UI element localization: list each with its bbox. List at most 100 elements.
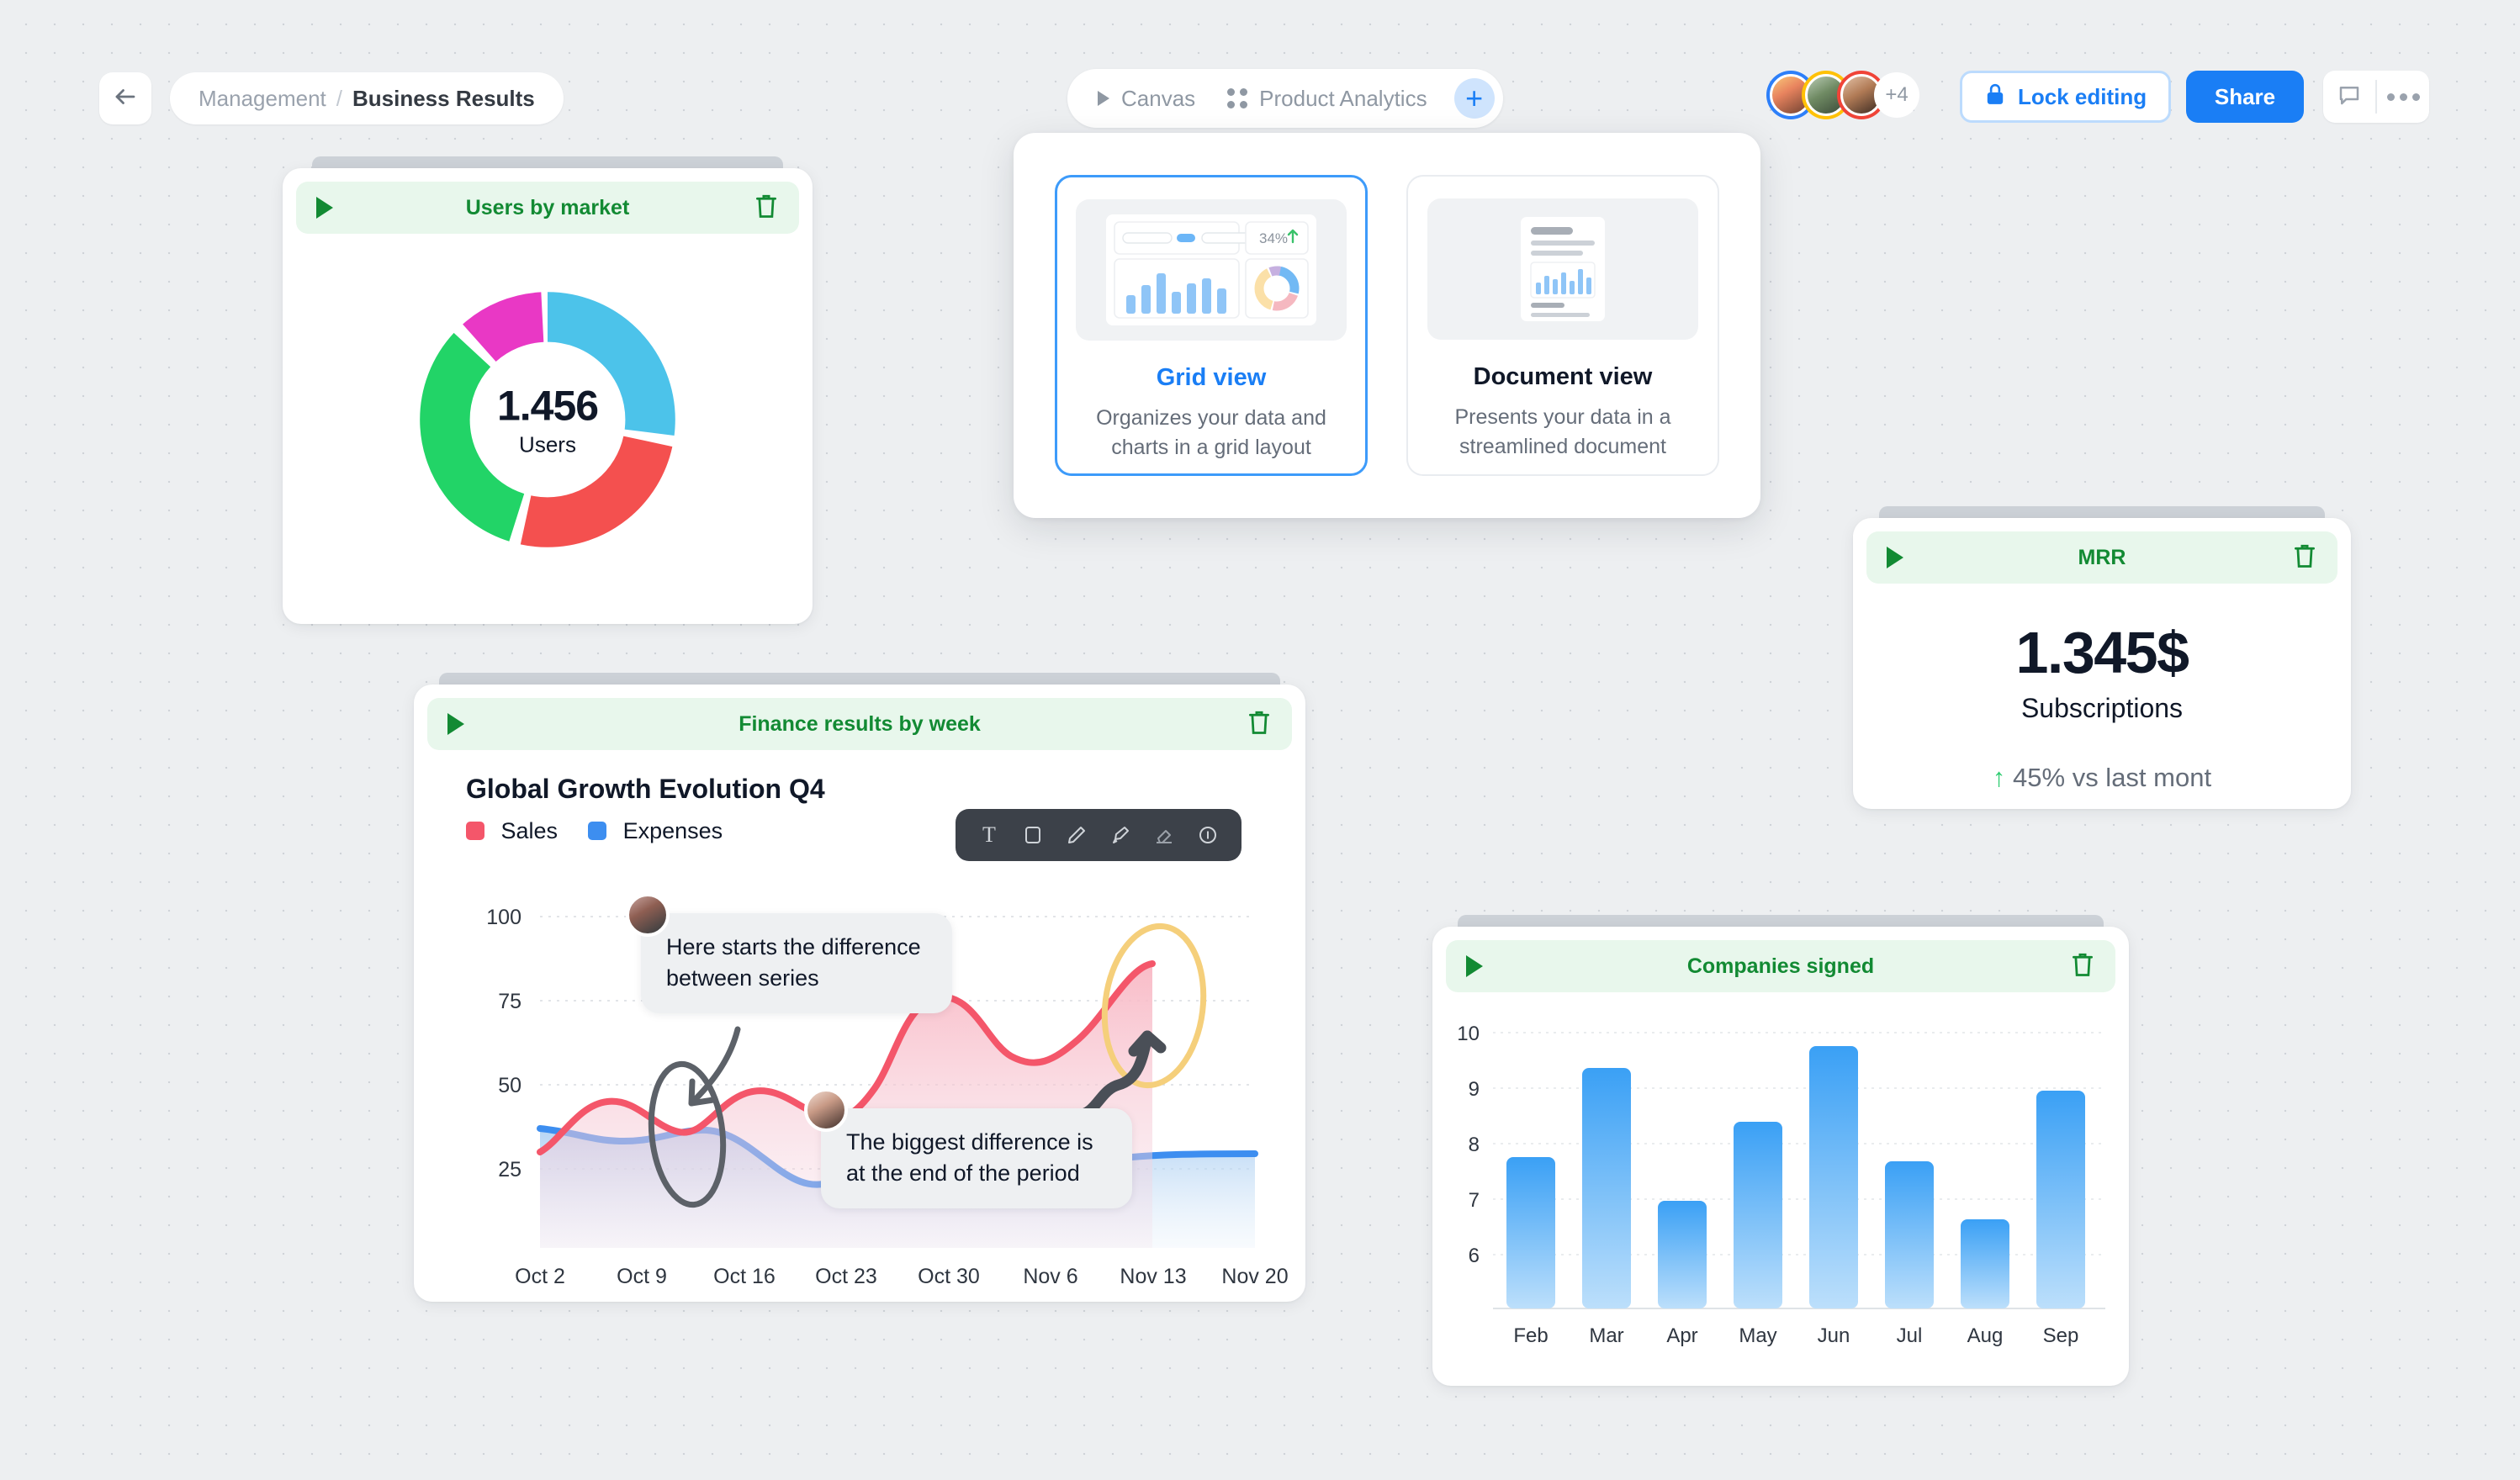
annotation-toolbar: T xyxy=(956,809,1241,861)
card-header: Users by market xyxy=(296,182,799,234)
svg-text:10: 10 xyxy=(1457,1023,1480,1045)
tab-product-analytics-label: Product Analytics xyxy=(1259,85,1427,111)
annotation-bubble-1[interactable]: Here starts the difference between serie… xyxy=(641,913,952,1013)
donut-value: 1.456 xyxy=(496,382,599,430)
trash-icon xyxy=(2295,544,2315,568)
square-icon[interactable] xyxy=(1014,817,1051,854)
card-header: Finance results by week xyxy=(427,698,1292,750)
svg-text:Nov 6: Nov 6 xyxy=(1023,1265,1077,1288)
x-axis-labels: Oct 2 Oct 9 Oct 16 Oct 23 Oct 30 Nov 6 N… xyxy=(515,1265,1288,1288)
legend-item-expenses: Expenses xyxy=(588,818,723,844)
trash-icon xyxy=(2073,953,2093,976)
avatar-overflow-count[interactable]: +4 xyxy=(1874,72,1919,118)
eraser-icon[interactable] xyxy=(1146,817,1183,854)
more-horizontal-icon xyxy=(2386,92,2420,101)
pencil-icon[interactable] xyxy=(1058,817,1095,854)
legend-label-sales: Sales xyxy=(500,818,559,843)
tab-canvas[interactable]: Canvas xyxy=(1093,86,1200,112)
svg-text:7: 7 xyxy=(1469,1189,1480,1212)
document-view-thumbnail xyxy=(1427,198,1698,340)
grid-view-desc: Organizes your data and charts in a grid… xyxy=(1096,406,1326,459)
highlighter-icon[interactable] xyxy=(1102,817,1139,854)
widget-card-finance-results[interactable]: Finance results by week Global Growth Ev… xyxy=(414,673,1305,1302)
delete-card-button[interactable] xyxy=(2070,950,2095,983)
svg-text:Apr: Apr xyxy=(1666,1324,1697,1347)
bar-jul xyxy=(1885,1161,1934,1308)
trash-icon xyxy=(756,194,776,218)
card-title: Finance results by week xyxy=(739,711,981,736)
bar-series xyxy=(1506,1046,2085,1308)
share-button[interactable]: Share xyxy=(2186,71,2304,123)
annotation-bubble-2[interactable]: The biggest difference is at the end of … xyxy=(821,1108,1132,1208)
grid-view-title: Grid view xyxy=(1156,364,1267,391)
play-triangle-icon[interactable] xyxy=(447,713,464,735)
svg-text:9: 9 xyxy=(1469,1078,1480,1101)
legend-swatch-expenses xyxy=(588,822,607,840)
document-view-desc: Presents your data in a streamlined docu… xyxy=(1454,405,1671,458)
widget-card-users-by-market[interactable]: Users by market 1.456 Users xyxy=(283,156,813,624)
mrr-value: 1.345$ xyxy=(2015,620,2189,685)
svg-text:75: 75 xyxy=(498,990,521,1013)
delete-card-button[interactable] xyxy=(754,192,779,225)
mrr-delta: ↑ 45% vs last mont xyxy=(1853,763,2351,793)
donut-unit: Users xyxy=(519,431,576,457)
card-title: Companies signed xyxy=(1686,954,1875,978)
more-menu-button[interactable] xyxy=(2377,71,2429,123)
grid-view-thumbnail: 34% xyxy=(1076,199,1347,341)
delete-card-button[interactable] xyxy=(1247,708,1272,741)
play-triangle-icon[interactable] xyxy=(1466,955,1483,977)
widget-card-mrr[interactable]: MRR 1.345$ Subscriptions ↑ 45% vs last m… xyxy=(1853,506,2351,809)
text-icon[interactable]: T xyxy=(971,817,1008,854)
bar-apr xyxy=(1658,1201,1707,1308)
legend-swatch-sales xyxy=(466,822,484,840)
bar-chart-svg: 10 9 8 7 6 Feb Mar Apr May Jun Jul Aug S… xyxy=(1457,1023,2105,1347)
lock-icon xyxy=(1984,82,2006,113)
svg-text:Jun: Jun xyxy=(1818,1324,1850,1347)
card-header: Companies signed xyxy=(1446,940,2115,992)
arrow-up-icon: ↑ xyxy=(1992,763,2006,792)
comment-button[interactable] xyxy=(2323,71,2375,123)
svg-text:Mar: Mar xyxy=(1589,1324,1623,1347)
bar-jun xyxy=(1809,1046,1858,1308)
svg-text:Feb: Feb xyxy=(1513,1324,1548,1347)
donut-center-label: 1.456 Users xyxy=(409,382,686,458)
svg-text:Oct 23: Oct 23 xyxy=(815,1265,877,1288)
add-tab-button[interactable]: + xyxy=(1453,78,1495,119)
svg-text:May: May xyxy=(1739,1324,1776,1347)
arrow-left-icon xyxy=(113,84,138,114)
breadcrumb[interactable]: Management / Business Results xyxy=(170,72,564,124)
view-option-grid[interactable]: 34% Grid view Organizes your data and ch… xyxy=(1055,175,1368,476)
svg-text:Aug: Aug xyxy=(1967,1324,2004,1347)
tab-product-analytics[interactable]: Product Analytics xyxy=(1222,86,1432,112)
mrr-delta-text: 45% vs last mont xyxy=(2013,763,2212,792)
grid-dots-icon xyxy=(1227,88,1248,108)
svg-text:Nov 20: Nov 20 xyxy=(1221,1265,1288,1288)
number-one-icon[interactable] xyxy=(1189,817,1226,854)
svg-text:25: 25 xyxy=(498,1158,521,1181)
trash-icon xyxy=(1249,711,1269,734)
back-button[interactable] xyxy=(99,72,151,124)
delete-card-button[interactable] xyxy=(2292,542,2317,574)
comment-icon xyxy=(2337,82,2362,112)
annotation-avatar-1[interactable] xyxy=(626,893,670,937)
bar-sep xyxy=(2036,1091,2085,1308)
svg-text:6: 6 xyxy=(1469,1245,1480,1267)
lock-editing-button[interactable]: Lock editing xyxy=(1960,71,2172,123)
legend-label-expenses: Expenses xyxy=(622,818,723,843)
play-triangle-icon[interactable] xyxy=(1887,547,1903,568)
widget-card-companies-signed[interactable]: Companies signed 10 9 8 7 6 Feb Mar Apr … xyxy=(1432,915,2129,1386)
annotation-avatar-2[interactable] xyxy=(804,1088,848,1132)
view-option-document[interactable]: Document view Presents your data in a st… xyxy=(1406,175,1719,476)
breadcrumb-parent[interactable]: Management xyxy=(199,86,326,112)
view-tab-group: Canvas Product Analytics + xyxy=(1067,69,1503,128)
lock-editing-label: Lock editing xyxy=(2018,83,2147,109)
card-title: MRR xyxy=(2078,545,2126,569)
tab-canvas-label: Canvas xyxy=(1121,85,1196,111)
svg-text:50: 50 xyxy=(498,1074,521,1097)
svg-text:Jul: Jul xyxy=(1897,1324,1923,1347)
bar-aug xyxy=(1961,1219,2009,1308)
x-axis-labels: Feb Mar Apr May Jun Jul Aug Sep xyxy=(1513,1324,2078,1347)
svg-text:Oct 16: Oct 16 xyxy=(713,1265,776,1288)
toolbar-icon-group xyxy=(2323,71,2429,123)
play-triangle-icon[interactable] xyxy=(316,197,333,219)
